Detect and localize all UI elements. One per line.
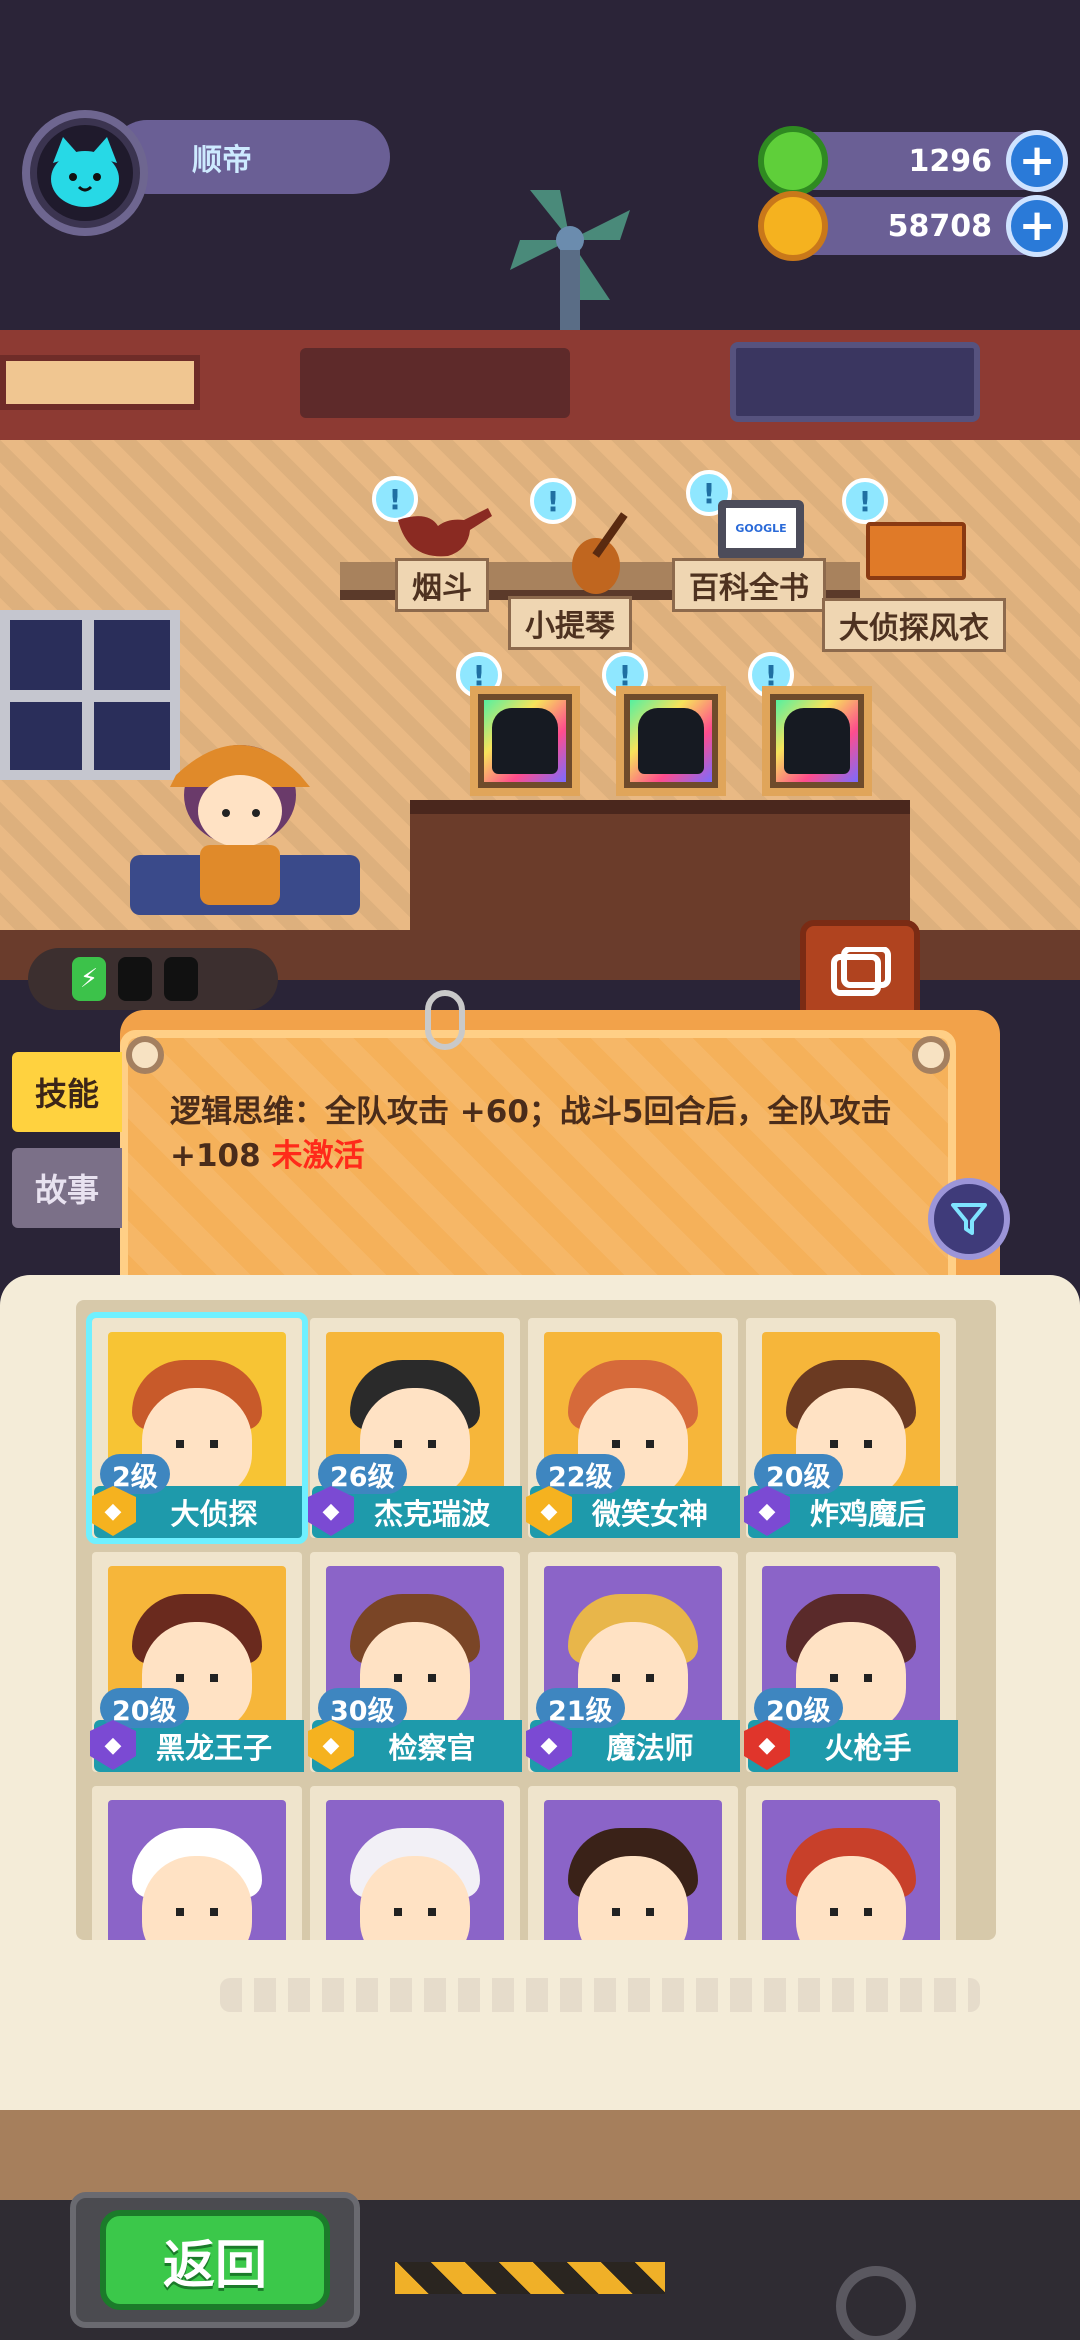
violin-label: 小提琴 bbox=[508, 596, 632, 650]
hero-eyes bbox=[394, 1674, 436, 1682]
gem-counter: 1296 + bbox=[758, 126, 1068, 196]
player-name-pill[interactable]: 顺帝 bbox=[110, 120, 390, 194]
player-name: 顺帝 bbox=[192, 143, 252, 178]
book-base bbox=[0, 2110, 1080, 2200]
locked-frame-2[interactable] bbox=[616, 686, 726, 796]
pipe-label: 烟斗 bbox=[395, 558, 489, 612]
detective-character[interactable] bbox=[130, 725, 360, 925]
locked-frame-3[interactable] bbox=[762, 686, 872, 796]
encyclopedia-icon: GOOGLE bbox=[718, 500, 804, 560]
hero-card[interactable]: 黑龙王子 20级 ◆ bbox=[90, 1552, 304, 1772]
hero-gallery-screen: 顺帝 1296 + 58708 + ! 烟斗 ! 小提琴 ! GOOGLE 百科… bbox=[0, 0, 1080, 2340]
hero-card[interactable]: 魔法师 21级 ◆ bbox=[526, 1552, 740, 1772]
energy-slot-empty bbox=[164, 957, 198, 1001]
player-avatar[interactable] bbox=[22, 110, 148, 236]
encyclopedia-label: 百科全书 bbox=[672, 558, 826, 612]
pin-icon bbox=[126, 1036, 164, 1074]
hero-eyes bbox=[176, 1674, 218, 1682]
tab-story[interactable]: 故事 bbox=[12, 1148, 122, 1228]
hero-card[interactable]: 炸鸡魔后 20级 ◆ bbox=[744, 1318, 958, 1538]
skill-status: 未激活 bbox=[271, 1138, 365, 1174]
skill-description: 逻辑思维：全队攻击 +60；战斗5回合后，全队攻击 +108 未激活 bbox=[170, 1090, 910, 1178]
hero-grid: 大侦探 2级 ◆ 杰克瑞波 26级 ◆ 微笑女神 22级 ◆ 炸鸡魔后 20级 ◆ 黑龙王子 20级 ◆ 检察… bbox=[76, 1300, 996, 1940]
hero-portrait bbox=[326, 1800, 504, 1940]
hero-eyes bbox=[394, 1908, 436, 1916]
gem-icon bbox=[758, 126, 828, 196]
coat-label: 大侦探风衣 bbox=[822, 598, 1006, 652]
add-coins-button[interactable]: + bbox=[1006, 195, 1068, 257]
pin-icon bbox=[912, 1036, 950, 1074]
hero-card[interactable] bbox=[92, 1786, 302, 1940]
radio-decoration bbox=[300, 348, 570, 418]
hero-card[interactable]: 杰克瑞波 26级 ◆ bbox=[308, 1318, 522, 1538]
hero-eyes bbox=[394, 1440, 436, 1448]
hero-card[interactable]: 微笑女神 22级 ◆ bbox=[526, 1318, 740, 1538]
filter-icon bbox=[951, 1203, 987, 1235]
hero-card[interactable]: 检察官 30级 ◆ bbox=[308, 1552, 522, 1772]
paperclip-icon bbox=[425, 990, 465, 1050]
hazard-stripe-decoration bbox=[395, 2262, 665, 2294]
detective-coat-icon bbox=[866, 522, 966, 580]
add-gems-button[interactable]: + bbox=[1006, 130, 1068, 192]
hero-card[interactable] bbox=[746, 1786, 956, 1940]
album-icon bbox=[831, 947, 891, 996]
hero-eyes bbox=[612, 1908, 654, 1916]
coin-counter: 58708 + bbox=[758, 191, 1068, 261]
hero-portrait bbox=[762, 1800, 940, 1940]
ghost-display-decoration bbox=[730, 342, 980, 422]
selected-highlight bbox=[86, 1312, 308, 1544]
hero-eyes bbox=[830, 1440, 872, 1448]
filter-button[interactable] bbox=[928, 1178, 1010, 1260]
vent-decoration bbox=[0, 355, 200, 410]
hero-portrait bbox=[108, 1800, 286, 1940]
hero-card[interactable] bbox=[310, 1786, 520, 1940]
energy-battery-icon: ⚡ bbox=[72, 957, 106, 1001]
gem-value: 1296 bbox=[908, 143, 993, 179]
hero-portrait bbox=[544, 1800, 722, 1940]
coat-info-bubble[interactable]: ! bbox=[842, 478, 888, 524]
tab-skill[interactable]: 技能 bbox=[12, 1052, 122, 1132]
upper-shelf bbox=[0, 330, 1080, 440]
desk-decoration bbox=[410, 800, 910, 930]
hero-eyes bbox=[612, 1674, 654, 1682]
coin-value: 58708 bbox=[887, 208, 992, 244]
energy-indicator: ⚡ bbox=[28, 948, 278, 1010]
hero-card[interactable]: 火枪手 20级 ◆ bbox=[744, 1552, 958, 1772]
locked-frame-1[interactable] bbox=[470, 686, 580, 796]
faded-hint-text bbox=[220, 1978, 980, 2012]
cat-avatar-icon bbox=[51, 137, 119, 207]
hero-card[interactable]: 大侦探 2级 ◆ bbox=[86, 1312, 308, 1544]
hero-eyes bbox=[830, 1674, 872, 1682]
violin-icon bbox=[572, 512, 628, 594]
planet-coin-icon bbox=[758, 191, 828, 261]
back-button[interactable]: 返回 bbox=[100, 2210, 330, 2310]
gear-decoration bbox=[836, 2266, 916, 2340]
hero-card[interactable] bbox=[528, 1786, 738, 1940]
pipe-icon bbox=[398, 508, 492, 557]
hero-eyes bbox=[176, 1908, 218, 1916]
hero-eyes bbox=[830, 1908, 872, 1916]
energy-slot-empty bbox=[118, 957, 152, 1001]
fan-icon bbox=[510, 190, 630, 330]
hero-eyes bbox=[612, 1440, 654, 1448]
